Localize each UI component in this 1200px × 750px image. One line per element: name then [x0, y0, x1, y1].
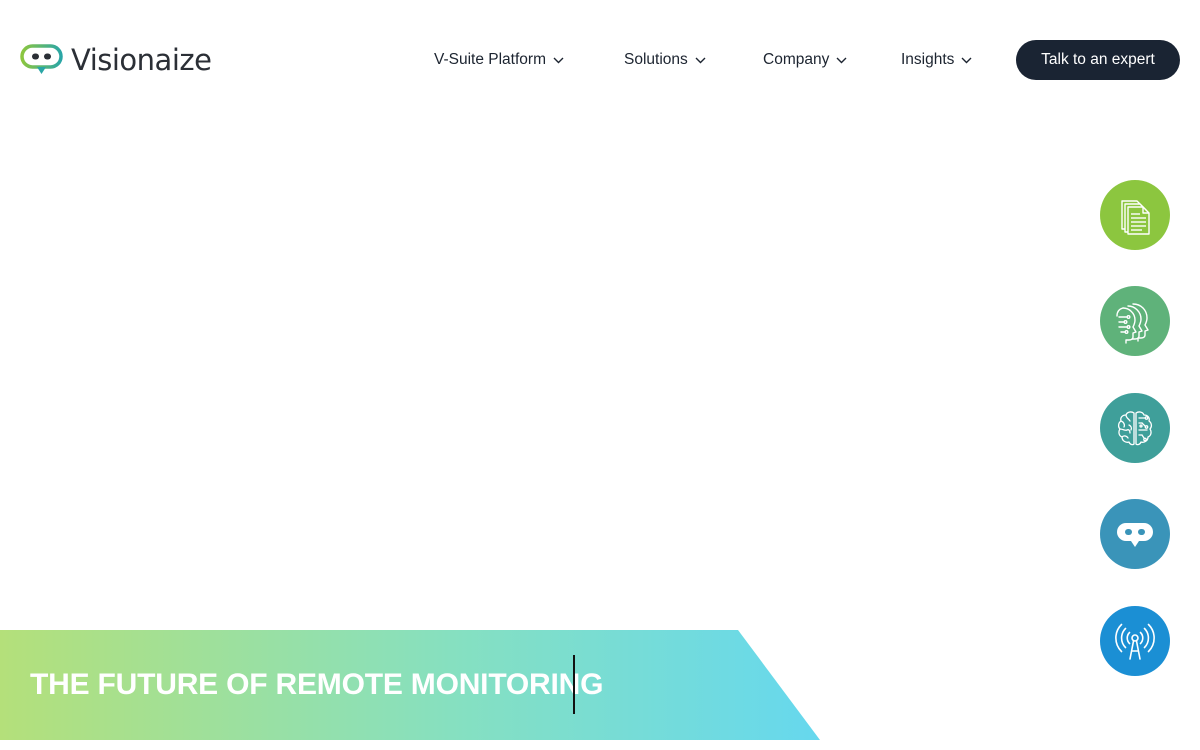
nav-item-v-suite-platform[interactable]: V-Suite Platform [434, 40, 564, 80]
signal-tower-feature-button[interactable] [1100, 606, 1170, 676]
site-header: Visionaize V-Suite Platform Solutions Co… [0, 0, 1200, 120]
ai-heads-icon [1116, 303, 1149, 344]
signal-tower-icon [1115, 623, 1155, 660]
nav-item-label: Company [763, 51, 830, 68]
nav-item-label: Solutions [624, 51, 688, 68]
chat-bot-feature-button[interactable] [1100, 499, 1170, 569]
nav-item-solutions[interactable]: Solutions [624, 40, 706, 80]
talk-to-expert-button[interactable]: Talk to an expert [1016, 40, 1180, 80]
documents-feature-button[interactable] [1100, 180, 1170, 250]
brain-feature-button[interactable] [1100, 393, 1170, 463]
chevron-down-icon [695, 57, 706, 63]
nav-item-insights[interactable]: Insights [901, 40, 972, 80]
landing-page: Visionaize V-Suite Platform Solutions Co… [0, 0, 1200, 750]
ai-heads-feature-button[interactable] [1100, 286, 1170, 356]
nav-item-company[interactable]: Company [763, 40, 847, 80]
typing-cursor [573, 655, 575, 714]
nav-item-label: V-Suite Platform [434, 51, 546, 68]
documents-icon [1121, 200, 1150, 235]
chat-bot-icon [1117, 523, 1153, 547]
chevron-down-icon [836, 57, 847, 63]
hero-banner: THE FUTURE OF REMOTE MONITORING [0, 630, 820, 740]
hero-title: THE FUTURE OF REMOTE MONITORING [30, 668, 604, 701]
nav-item-label: Insights [901, 51, 955, 68]
chevron-down-icon [553, 57, 564, 63]
brain-icon [1117, 411, 1153, 446]
chevron-down-icon [961, 57, 972, 63]
